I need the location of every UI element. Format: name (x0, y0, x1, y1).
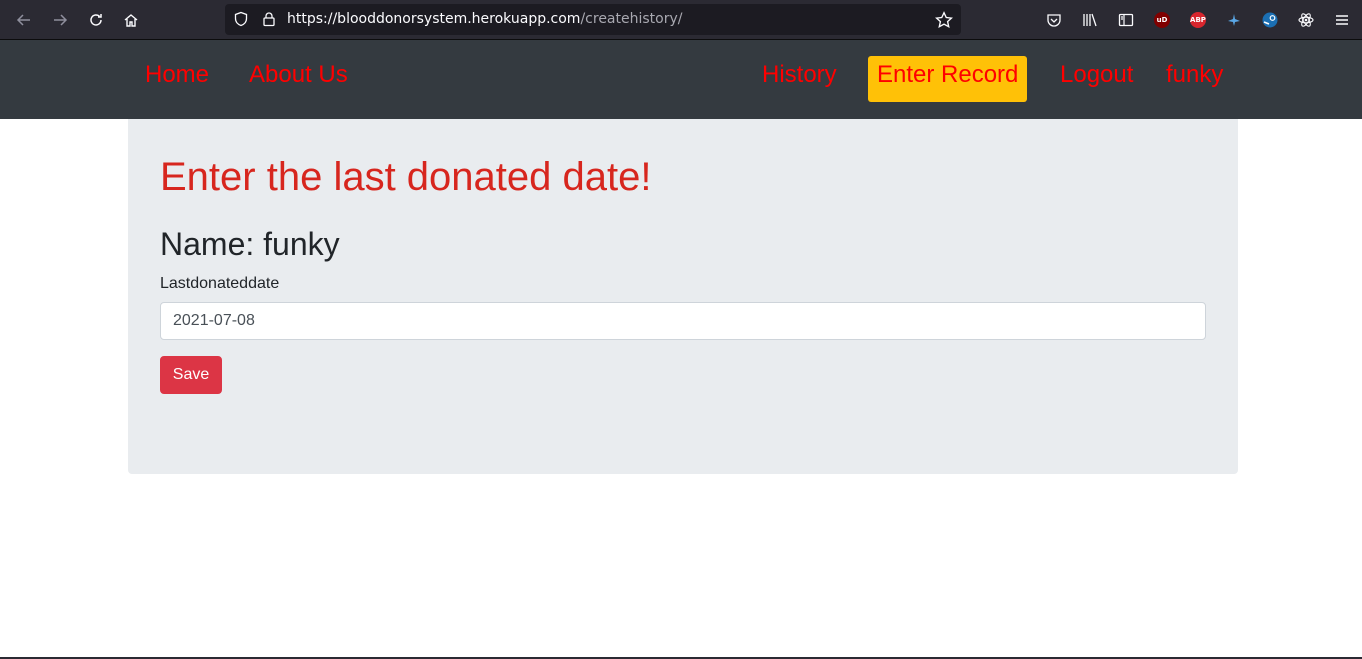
home-icon[interactable] (119, 8, 143, 32)
nav-home-link[interactable]: Home (145, 63, 209, 87)
page-title: Enter the last donated date! (160, 155, 652, 199)
ublock-origin-icon[interactable]: uD (1152, 10, 1172, 30)
nav-history-link[interactable]: History (762, 63, 837, 87)
forward-icon[interactable] (48, 8, 72, 32)
nav-enter-record-link[interactable]: Enter Record (877, 63, 1018, 87)
tracking-protection-icon[interactable] (233, 11, 249, 32)
back-icon[interactable] (12, 8, 36, 32)
library-icon[interactable] (1080, 10, 1100, 30)
url-text[interactable]: https://blooddonorsystem.herokuapp.com/c… (287, 11, 682, 27)
nav-about-link[interactable]: About Us (249, 63, 348, 87)
donor-name: Name: funky (160, 226, 340, 262)
last-donated-date-input[interactable] (160, 302, 1206, 340)
pocket-icon[interactable] (1044, 10, 1064, 30)
url-bar[interactable]: https://blooddonorsystem.herokuapp.com/c… (225, 4, 961, 35)
abp-badge: ABP (1190, 12, 1206, 28)
bookmark-star-icon[interactable] (935, 11, 953, 34)
ublock-badge: uD (1154, 12, 1170, 28)
url-path: /createhistory/ (580, 11, 683, 27)
sidebar-icon[interactable] (1116, 10, 1136, 30)
nav-user-link[interactable]: funky (1166, 63, 1223, 87)
bird-extension-icon[interactable] (1224, 10, 1244, 30)
steam-icon[interactable] (1260, 10, 1280, 30)
form-card: Enter the last donated date! Name: funky… (128, 119, 1238, 474)
adblock-plus-icon[interactable]: ABP (1188, 10, 1208, 30)
save-button[interactable]: Save (160, 356, 222, 394)
lock-icon[interactable] (261, 11, 277, 32)
url-host: https://blooddonorsystem.herokuapp.com (287, 11, 581, 27)
menu-icon[interactable] (1332, 10, 1352, 30)
reload-icon[interactable] (84, 8, 108, 32)
last-donated-date-label: Lastdonateddate (160, 275, 280, 292)
react-devtools-icon[interactable] (1296, 10, 1316, 30)
site-navbar: Home About Us History Enter Record Logou… (0, 40, 1362, 119)
nav-logout-link[interactable]: Logout (1060, 63, 1133, 87)
browser-toolbar: https://blooddonorsystem.herokuapp.com/c… (0, 0, 1362, 40)
